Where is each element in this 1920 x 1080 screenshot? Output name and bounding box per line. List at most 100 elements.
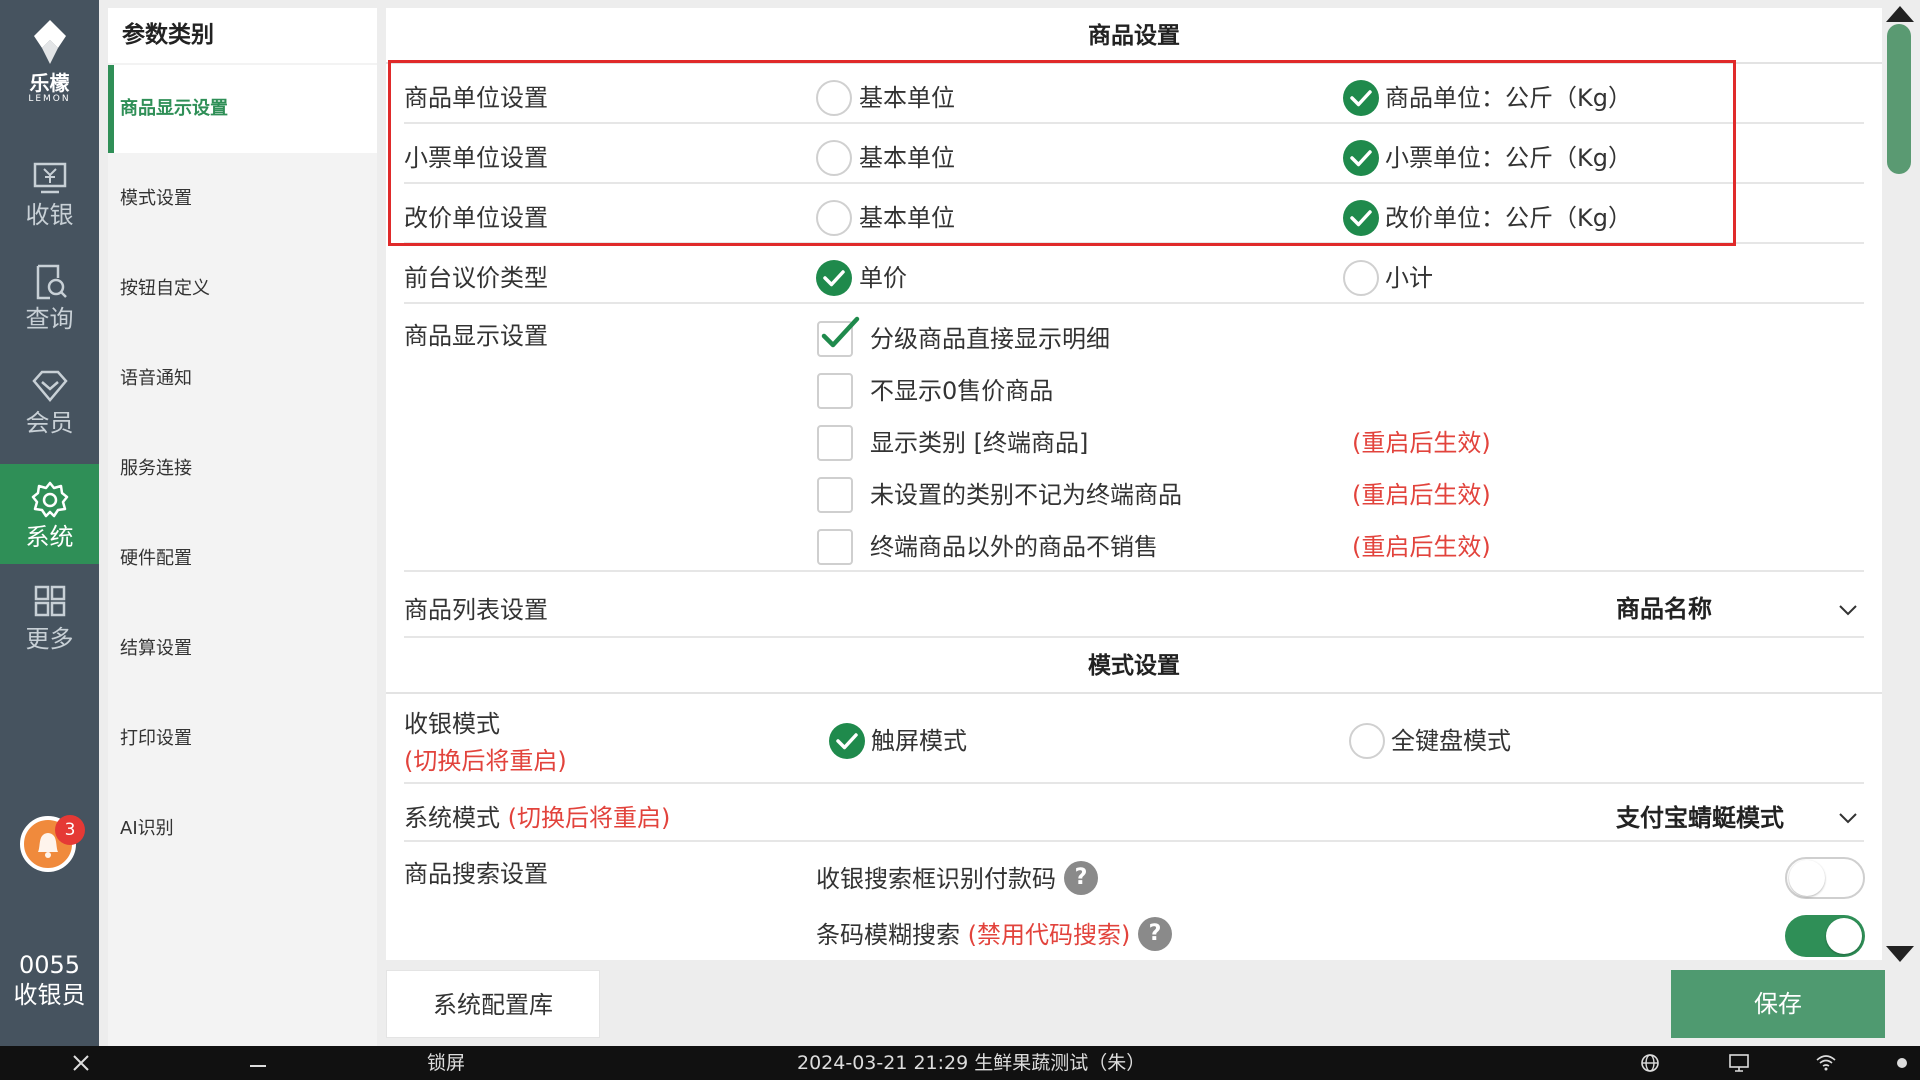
restart-note: (切换后将重启) xyxy=(404,747,567,775)
category-sidebar: 参数类别 商品显示设置 模式设置 按钮自定义 语音通知 服务连接 硬件配置 结算… xyxy=(108,8,377,1046)
checkbox-label: 显示类别 [终端商品] xyxy=(870,429,1089,457)
category-item-buttons[interactable]: 按钮自定义 xyxy=(108,245,377,333)
checkbox[interactable] xyxy=(817,477,853,513)
settings-panel: 商品设置 商品单位设置 基本单位 商品单位：公斤（Kg） 小票单位设置 基本单位… xyxy=(386,8,1882,960)
toggle-knob xyxy=(1826,918,1862,954)
minimize-icon[interactable] xyxy=(248,1054,268,1072)
nav-cashier[interactable]: 收银 xyxy=(0,158,99,258)
radio-label: 单价 xyxy=(859,264,907,292)
chevron-down-icon xyxy=(1839,605,1857,616)
section-header-mode: 模式设置 xyxy=(386,638,1882,694)
nav-member[interactable]: 会员 xyxy=(0,366,99,466)
lock-screen-button[interactable]: 锁屏 xyxy=(427,1046,465,1080)
query-icon xyxy=(36,264,67,300)
save-button[interactable]: 保存 xyxy=(1671,970,1885,1038)
system-mode-label-text: 系统模式 xyxy=(404,804,500,832)
radio-subtotal[interactable] xyxy=(1343,260,1379,296)
category-item-product-display[interactable]: 商品显示设置 xyxy=(108,65,377,153)
radio-label: 触屏模式 xyxy=(871,727,967,755)
bargain-type-label: 前台议价类型 xyxy=(404,264,548,292)
brand-name: 乐檬 xyxy=(29,71,70,95)
checkbox-label: 未设置的类别不记为终端商品 xyxy=(870,481,1182,509)
restart-note: (重启后生效) xyxy=(1352,481,1491,509)
system-mode-label: 系统模式 (切换后将重启) xyxy=(404,803,670,833)
radio-label: 基本单位 xyxy=(859,84,955,112)
toggle-fuzzy-search[interactable] xyxy=(1785,915,1865,957)
toggle-note: (禁用代码搜索) xyxy=(967,921,1131,949)
help-icon[interactable]: ? xyxy=(1064,861,1098,895)
radio-basic-unit[interactable] xyxy=(816,200,852,236)
notification-badge: 3 xyxy=(55,815,85,845)
radio-checked-icon[interactable] xyxy=(816,260,852,296)
category-item-mode[interactable]: 模式设置 xyxy=(108,155,377,243)
category-item-checkout[interactable]: 结算设置 xyxy=(108,605,377,693)
radio-checked-icon[interactable] xyxy=(1343,140,1379,176)
toggle-knob xyxy=(1789,860,1825,896)
category-item-print[interactable]: 打印设置 xyxy=(108,695,377,783)
radio-label: 小票单位：公斤（Kg） xyxy=(1385,144,1632,172)
radio-label: 全键盘模式 xyxy=(1391,727,1511,755)
cashier-icon xyxy=(33,162,66,194)
restart-note: (重启后生效) xyxy=(1352,429,1491,457)
checkbox[interactable] xyxy=(817,425,853,461)
radio-label: 改价单位：公斤（Kg） xyxy=(1385,204,1632,232)
restart-note: (切换后将重启) xyxy=(507,804,671,832)
checkbox-label: 不显示0售价商品 xyxy=(870,377,1054,405)
category-item-hardware[interactable]: 硬件配置 xyxy=(108,515,377,603)
checkbox[interactable] xyxy=(817,529,853,565)
unit-row-label: 商品单位设置 xyxy=(404,84,548,112)
radio-basic-unit[interactable] xyxy=(816,80,852,116)
checkbox-label: 终端商品以外的商品不销售 xyxy=(870,533,1158,561)
nav-system-label: 系统 xyxy=(25,523,74,551)
radio-checked-icon[interactable] xyxy=(1343,200,1379,236)
brand-sub: LEMON xyxy=(28,94,71,104)
nav-more[interactable]: 更多 xyxy=(0,582,99,682)
system-mode-dropdown[interactable]: 支付宝蜻蜓模式 xyxy=(1616,794,1866,842)
user-role: 收银员 xyxy=(13,981,86,1009)
nav-system[interactable]: 系统 xyxy=(0,464,99,564)
grid-icon xyxy=(34,585,65,617)
checkbox[interactable] xyxy=(817,373,853,409)
radio-full-keyboard[interactable] xyxy=(1349,723,1385,759)
category-item-service[interactable]: 服务连接 xyxy=(108,425,377,513)
radio-label: 商品单位：公斤（Kg） xyxy=(1385,84,1632,112)
radio-checked-icon[interactable] xyxy=(1343,80,1379,116)
close-icon[interactable] xyxy=(72,1054,90,1072)
row-divider xyxy=(404,782,1864,784)
member-icon xyxy=(31,370,68,402)
category-item-ai[interactable]: AI识别 xyxy=(108,785,377,873)
category-title: 参数类别 xyxy=(108,8,377,63)
user-info: 0055 收银员 xyxy=(0,950,99,1010)
chevron-down-icon xyxy=(1839,813,1857,824)
dropdown-value: 商品名称 xyxy=(1616,595,1712,623)
user-id: 0055 xyxy=(18,951,81,979)
help-icon[interactable]: ? xyxy=(1138,917,1172,951)
category-item-voice[interactable]: 语音通知 xyxy=(108,335,377,423)
left-nav-rail: 乐檬 LEMON 收银 查询 会员 系统 更多 3 0055 收银员 xyxy=(0,0,99,1046)
unit-row-label: 改价单位设置 xyxy=(404,204,548,232)
radio-checked-icon[interactable] xyxy=(829,723,865,759)
radio-basic-unit[interactable] xyxy=(816,140,852,176)
globe-icon[interactable] xyxy=(1640,1053,1660,1073)
gear-icon xyxy=(31,481,68,518)
scrollbar-thumb[interactable] xyxy=(1887,24,1911,174)
taskbar: 锁屏 2024-03-21 21:29 生鲜果蔬测试（朱） xyxy=(0,1046,1920,1080)
monitor-icon[interactable] xyxy=(1728,1053,1750,1073)
row-divider xyxy=(404,182,1864,184)
row-divider xyxy=(404,840,1864,842)
product-list-dropdown[interactable]: 商品名称 xyxy=(1616,586,1866,634)
system-config-button[interactable]: 系统配置库 xyxy=(386,970,600,1038)
nav-query[interactable]: 查询 xyxy=(0,262,99,362)
product-list-label: 商品列表设置 xyxy=(404,596,548,624)
dropdown-value: 支付宝蜻蜓模式 xyxy=(1616,804,1784,832)
toggle-payment-code[interactable] xyxy=(1785,857,1865,899)
checkbox-checked[interactable] xyxy=(817,316,860,357)
wifi-icon[interactable] xyxy=(1815,1053,1837,1073)
scroll-down-arrow[interactable] xyxy=(1886,946,1914,962)
nav-cashier-label: 收银 xyxy=(25,201,74,229)
radio-label: 基本单位 xyxy=(859,204,955,232)
status-text: 2024-03-21 21:29 生鲜果蔬测试（朱） xyxy=(797,1052,1146,1074)
scroll-up-arrow[interactable] xyxy=(1886,6,1914,22)
toggle-label: 条码模糊搜索 (禁用代码搜索) xyxy=(816,920,1130,950)
row-divider xyxy=(404,242,1864,244)
